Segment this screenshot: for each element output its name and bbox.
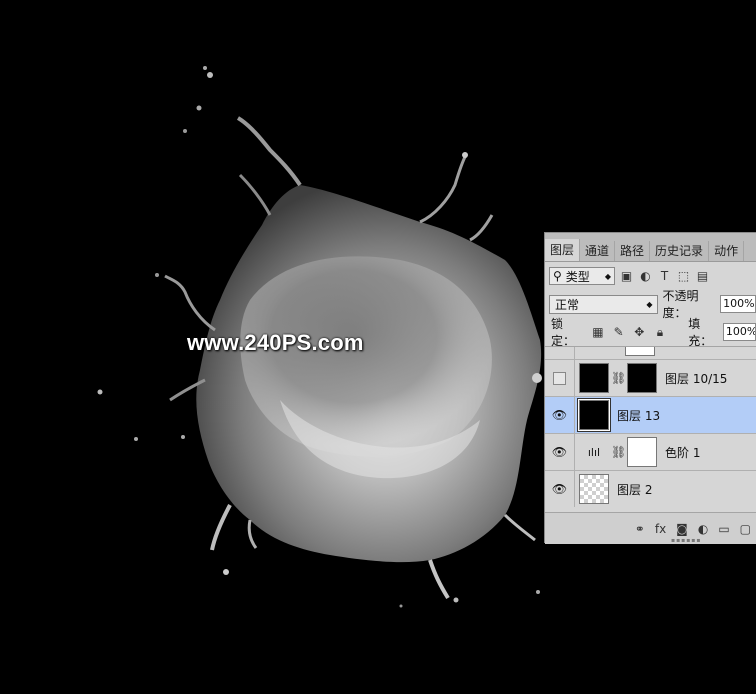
lock-paint-icon[interactable]: ✎: [612, 325, 625, 339]
fill-label: 填充：: [688, 317, 713, 348]
opacity-field[interactable]: 100%: [720, 295, 756, 313]
visibility-toggle[interactable]: [545, 359, 575, 397]
layer-row-levels-1[interactable]: 👁︎ ılıl ⛓︎ 色阶 1: [545, 433, 756, 471]
adjustment-filter-icon[interactable]: ◐: [638, 269, 653, 284]
lock-label: 锁定：: [551, 317, 576, 348]
layer-name[interactable]: 色阶 1: [665, 444, 700, 461]
layer-mask-thumbnail[interactable]: [627, 437, 657, 467]
hidden-visibility-box: [553, 371, 566, 385]
eye-icon: 👁︎: [551, 408, 568, 422]
fill-field[interactable]: 100%: [722, 323, 756, 341]
link-layers-icon[interactable]: ⚭: [635, 522, 645, 536]
layer-name[interactable]: 图层 13: [617, 407, 660, 424]
layer-mask-thumbnail[interactable]: [625, 347, 655, 356]
new-layer-icon[interactable]: ▢: [740, 522, 751, 536]
layer-name[interactable]: 图层 10/15: [665, 370, 727, 387]
layer-mask-thumbnail[interactable]: [627, 363, 657, 393]
tab-layers[interactable]: 图层: [545, 239, 581, 261]
panel-tabs: 图层 通道 路径 历史记录 动作: [545, 233, 756, 262]
text-filter-icon[interactable]: T: [657, 269, 672, 284]
watermark-text: www.240PS.com: [187, 330, 364, 355]
layer-thumbnail[interactable]: [579, 474, 609, 504]
visibility-toggle[interactable]: [545, 347, 575, 360]
panel-bottom-toolbar: ⚭ fx ◙ ◐ ▭ ▢: [545, 512, 756, 544]
blend-mode-value: 正常: [555, 297, 580, 312]
lock-position-icon[interactable]: ✥: [633, 325, 646, 339]
lock-all-icon[interactable]: 🔒︎: [654, 325, 667, 339]
eye-icon: 👁︎: [551, 445, 568, 459]
layer-row-2[interactable]: 👁︎ 图层 2: [545, 470, 756, 507]
fx-icon[interactable]: fx: [655, 522, 666, 536]
resize-grip[interactable]: ▪▪▪▪▪▪: [671, 537, 701, 544]
add-mask-icon[interactable]: ◙: [676, 522, 688, 536]
layers-panel: 图层 通道 路径 历史记录 动作 ⚲ 类型 ◆ ▣ ◐ T ⬚ ▤ 正常 ◆ 不…: [544, 232, 756, 544]
new-group-icon[interactable]: ▭: [718, 522, 729, 536]
tab-paths[interactable]: 路径: [615, 241, 651, 261]
eye-icon: 👁︎: [551, 482, 568, 496]
adjustment-layer-icon[interactable]: ◐: [698, 522, 708, 536]
updown-caret-icon: ◆: [604, 271, 611, 281]
visibility-toggle[interactable]: 👁︎: [545, 470, 575, 507]
visibility-toggle[interactable]: 👁︎: [545, 433, 575, 471]
visibility-toggle[interactable]: 👁︎: [545, 396, 575, 434]
levels-adjustment-icon[interactable]: ılıl: [579, 437, 609, 467]
updown-caret-icon: ◆: [646, 299, 653, 309]
filter-row: ⚲ 类型 ◆ ▣ ◐ T ⬚ ▤: [545, 262, 756, 290]
tab-actions[interactable]: 动作: [709, 241, 745, 261]
layer-list: ⛓︎ 图层 10/15 👁︎ 图层 13 👁︎ ılıl ⛓︎ 色阶 1 👁︎ …: [545, 347, 756, 507]
layer-thumbnail[interactable]: [579, 363, 609, 393]
kind-filter-select[interactable]: ⚲ 类型 ◆: [549, 267, 615, 285]
kind-filter-value: 类型: [565, 269, 590, 284]
shape-filter-icon[interactable]: ⬚: [676, 269, 691, 284]
image-filter-icon[interactable]: ▣: [619, 269, 634, 284]
blend-mode-select[interactable]: 正常 ◆: [549, 294, 659, 314]
tab-history[interactable]: 历史记录: [650, 241, 710, 261]
layer-row-partial[interactable]: [545, 347, 756, 360]
blend-row: 正常 ◆ 不透明度： 100%: [545, 289, 756, 320]
layer-row-10-15[interactable]: ⛓︎ 图层 10/15: [545, 359, 756, 397]
layer-thumbnail[interactable]: [578, 399, 610, 431]
lock-transparency-icon[interactable]: ▦: [592, 325, 605, 339]
tab-channels[interactable]: 通道: [580, 241, 616, 261]
search-icon: ⚲: [553, 269, 562, 283]
lock-row: 锁定： ▦ ✎ ✥ 🔒︎ 填充： 100%: [545, 317, 756, 348]
layer-row-13[interactable]: 👁︎ 图层 13: [545, 396, 756, 434]
smart-object-filter-icon[interactable]: ▤: [695, 269, 710, 284]
layer-name[interactable]: 图层 2: [617, 481, 652, 498]
chain-link-icon[interactable]: ⛓︎: [611, 445, 626, 459]
chain-link-icon[interactable]: ⛓︎: [611, 371, 626, 385]
